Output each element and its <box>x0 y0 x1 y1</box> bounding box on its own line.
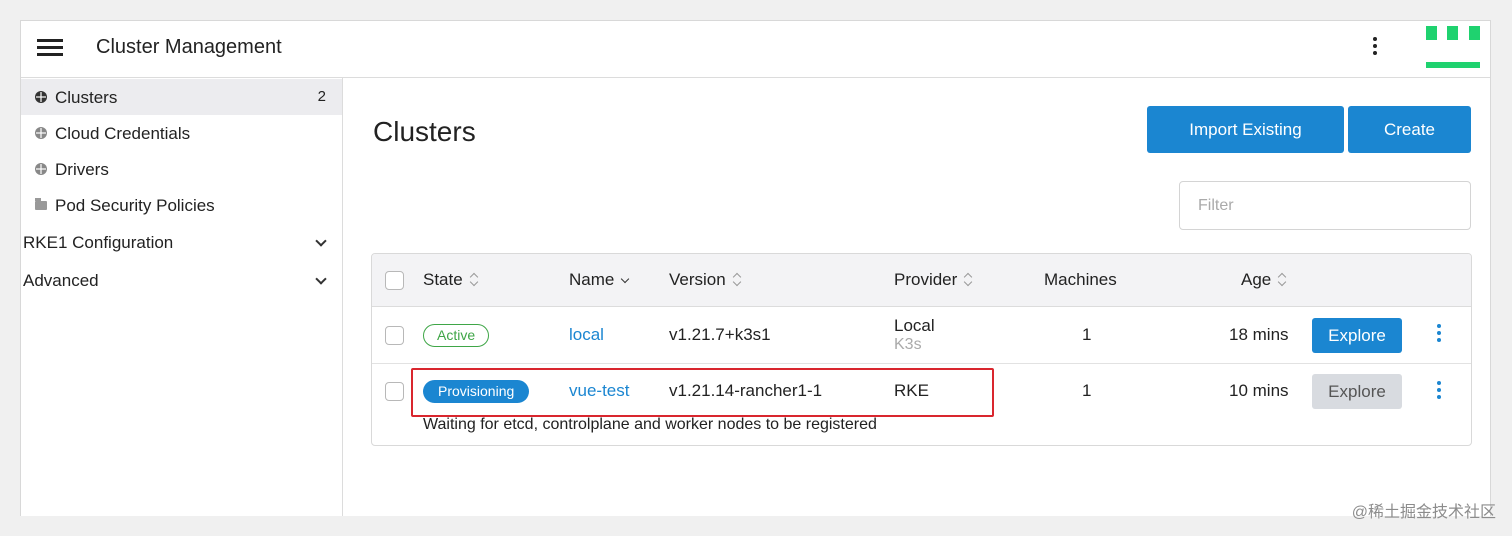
rancher-logo-icon[interactable] <box>1426 26 1480 68</box>
more-options-icon[interactable] <box>1367 34 1383 58</box>
sidebar-item-drivers[interactable]: Drivers <box>21 151 342 187</box>
row-actions-icon[interactable] <box>1432 380 1446 402</box>
sidebar-item-label: Cloud Credentials <box>55 124 191 143</box>
sidebar: Clusters 2 Cloud Credentials Drivers Pod… <box>21 78 343 516</box>
clusters-table: State Name Version Provider Machines Age… <box>371 253 1472 446</box>
globe-icon <box>35 163 47 175</box>
row-checkbox[interactable] <box>385 382 404 401</box>
sidebar-item-label: Clusters <box>55 88 118 107</box>
sort-icon <box>469 272 479 286</box>
column-header-state[interactable]: State <box>423 270 479 290</box>
column-header-name[interactable]: Name <box>569 270 630 290</box>
status-message: Waiting for etcd, controlplane and worke… <box>423 416 877 433</box>
app-window: Cluster Management Clusters 2 Cloud Cred… <box>20 20 1491 516</box>
main-content: Clusters Import Existing Create State Na… <box>344 78 1490 516</box>
import-existing-button[interactable]: Import Existing <box>1147 106 1344 153</box>
select-all-checkbox[interactable] <box>385 271 404 290</box>
sidebar-group-rke1-configuration[interactable]: RKE1 Configuration <box>21 225 342 261</box>
explore-button[interactable]: Explore <box>1312 318 1402 353</box>
sort-icon <box>1277 272 1287 286</box>
explore-button[interactable]: Explore <box>1312 374 1402 409</box>
page-title: Clusters <box>373 116 476 147</box>
sort-icon <box>963 272 973 286</box>
sidebar-group-advanced[interactable]: Advanced <box>21 263 342 299</box>
sidebar-item-cloud-credentials[interactable]: Cloud Credentials <box>21 115 342 151</box>
row-checkbox[interactable] <box>385 326 404 345</box>
cluster-version: v1.21.7+k3s1 <box>669 325 771 344</box>
status-badge: Provisioning <box>423 380 530 403</box>
row-actions-icon[interactable] <box>1432 323 1446 345</box>
table-row: Active local v1.21.7+k3s1 Local K3s 1 18… <box>372 307 1471 364</box>
column-header-age[interactable]: Age <box>1241 270 1287 290</box>
filter-input[interactable] <box>1179 181 1471 230</box>
cluster-age: 10 mins <box>1229 381 1289 400</box>
sidebar-item-clusters[interactable]: Clusters 2 <box>21 79 342 115</box>
chevron-down-icon <box>315 235 327 247</box>
cluster-version: v1.21.14-rancher1-1 <box>669 381 823 400</box>
status-badge: Active <box>423 324 490 347</box>
watermark: @稀土掘金技术社区 <box>1351 504 1496 521</box>
cluster-name-link[interactable]: local <box>569 325 604 345</box>
cluster-provider-sub: K3s <box>894 336 922 353</box>
column-header-provider[interactable]: Provider <box>894 270 973 290</box>
sidebar-group-label: Advanced <box>23 271 99 290</box>
globe-icon <box>35 127 47 139</box>
create-button[interactable]: Create <box>1348 106 1471 153</box>
sidebar-item-label: Drivers <box>55 160 109 179</box>
cluster-machines: 1 <box>1082 325 1092 344</box>
app-title: Cluster Management <box>96 36 282 58</box>
chevron-down-icon <box>315 273 327 285</box>
cluster-provider: RKE <box>894 381 929 400</box>
cluster-name-link[interactable]: vue-test <box>569 381 629 401</box>
column-header-version[interactable]: Version <box>669 270 742 290</box>
cluster-age: 18 mins <box>1229 325 1289 344</box>
sidebar-item-count: 2 <box>317 88 326 105</box>
sort-desc-icon <box>620 272 630 286</box>
top-header: Cluster Management <box>21 21 1490 78</box>
cluster-machines: 1 <box>1082 381 1092 400</box>
sidebar-group-label: RKE1 Configuration <box>23 233 174 252</box>
table-row: Provisioning vue-test v1.21.14-rancher1-… <box>372 364 1471 445</box>
table-header: State Name Version Provider Machines Age <box>372 254 1471 307</box>
sort-icon <box>732 272 742 286</box>
folder-icon <box>35 198 47 210</box>
column-header-machines: Machines <box>1044 270 1117 289</box>
sidebar-item-label: Pod Security Policies <box>55 196 215 215</box>
globe-icon <box>35 91 47 103</box>
menu-icon[interactable] <box>37 38 63 58</box>
sidebar-item-pod-security-policies[interactable]: Pod Security Policies <box>21 187 342 223</box>
cluster-provider: Local <box>894 316 935 335</box>
